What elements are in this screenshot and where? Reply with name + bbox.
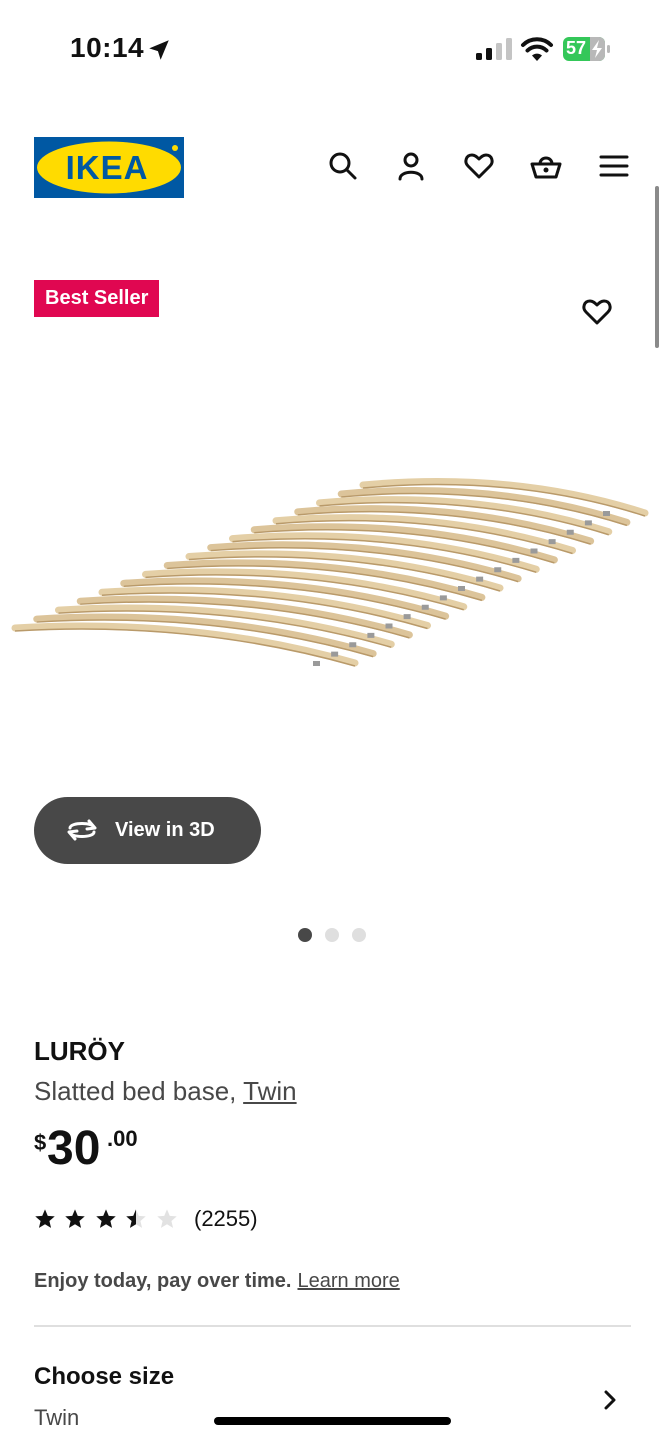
status-bar: 10:14 57 (0, 0, 665, 100)
shopping-basket-icon[interactable] (528, 148, 564, 184)
price-integer: 30 (47, 1122, 101, 1175)
page-scrollbar[interactable] (655, 186, 659, 348)
product-image-slatted-bed-base (11, 478, 649, 667)
add-to-favorites-button[interactable] (578, 293, 616, 331)
ikea-logo[interactable]: IKEA (34, 137, 184, 198)
section-divider (34, 1325, 631, 1327)
price-decimal: .00 (107, 1126, 138, 1151)
slat-holder (313, 661, 320, 666)
heart-icon[interactable] (461, 148, 497, 184)
image-carousel-indicator (298, 928, 370, 942)
slat-holder (603, 511, 610, 516)
location-arrow-icon (149, 40, 169, 60)
review-count[interactable]: (2255) (194, 1206, 258, 1232)
selected-size-value: Twin (34, 1405, 80, 1430)
heart-icon (582, 299, 612, 325)
carousel-dot[interactable] (352, 928, 366, 942)
slat-holder (458, 586, 465, 591)
product-type: Slatted bed base, (34, 1076, 244, 1106)
learn-more-link[interactable]: Learn more (297, 1270, 399, 1292)
rotate-3d-icon (67, 819, 97, 841)
slat-holder (566, 529, 574, 535)
svg-text:IKEA: IKEA (66, 149, 149, 186)
cellular-signal-icon (476, 38, 512, 60)
star-icon (35, 1209, 55, 1228)
price-currency: $ (34, 1130, 47, 1155)
site-header: IKEA (0, 130, 665, 205)
wifi-icon (521, 37, 553, 61)
financing-line: Enjoy today, pay over time. Learn more (34, 1268, 400, 1294)
best-seller-badge: Best Seller (34, 280, 160, 317)
star-icon (65, 1209, 85, 1228)
chevron-right-icon (604, 1390, 616, 1410)
choose-size-selector[interactable]: Choose size Twin (0, 1350, 665, 1440)
status-time: 10:14 (70, 32, 145, 63)
carousel-dot[interactable] (298, 928, 312, 942)
star-icon (157, 1209, 177, 1228)
view-in-3d-label: View in 3D (115, 819, 215, 841)
slat-holder (476, 576, 484, 582)
carousel-dot[interactable] (325, 928, 339, 942)
slat-holder (512, 557, 520, 563)
account-icon[interactable] (393, 148, 429, 184)
slat-holder (548, 539, 556, 545)
slat-holder (367, 632, 375, 638)
slat-holder (403, 614, 411, 620)
size-link[interactable]: Twin (243, 1076, 296, 1106)
search-icon[interactable] (325, 148, 361, 184)
view-in-3d-button[interactable]: View in 3D (34, 797, 261, 864)
choose-size-title: Choose size (34, 1363, 175, 1390)
bed-slat (11, 622, 359, 667)
slat-holder (530, 548, 538, 554)
financing-text: Enjoy today, pay over time. (34, 1270, 292, 1292)
star-icon (96, 1209, 116, 1228)
menu-icon[interactable] (596, 148, 632, 184)
slat-holder (349, 642, 357, 648)
home-indicator (214, 1417, 451, 1425)
star-icon (126, 1209, 146, 1228)
slat-holder (385, 623, 393, 629)
battery-level: 57 (566, 38, 587, 58)
slat-holder (439, 595, 447, 601)
slat-holder (331, 651, 339, 657)
slat-holder (421, 604, 429, 610)
product-description: Slatted bed base, Twin (34, 1074, 297, 1108)
product-name: LURÖY (34, 1036, 125, 1066)
slat-holder (494, 567, 502, 573)
slat-holder (584, 520, 592, 526)
